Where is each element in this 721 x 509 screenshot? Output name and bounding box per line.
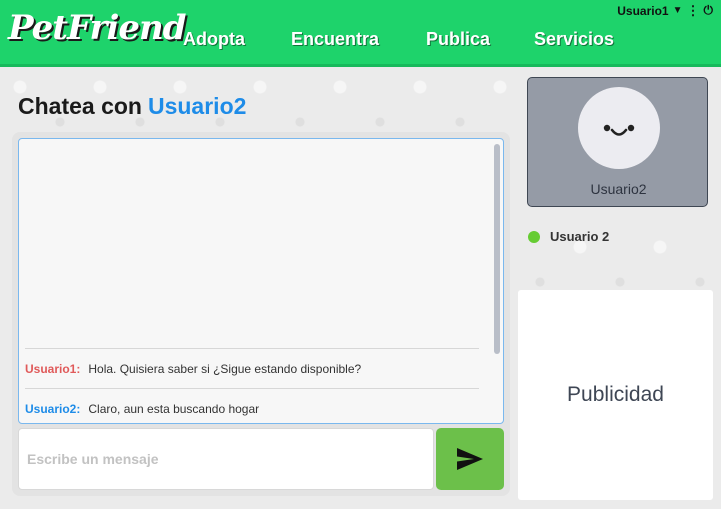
profile-card: Usuario2	[527, 77, 708, 207]
ad-label: Publicidad	[567, 383, 664, 406]
navbar: PetFriend Adopta Encuentra Publica Servi…	[0, 0, 721, 67]
page-title-prefix: Chatea con	[18, 93, 142, 119]
message-row: Usuario2: Claro, aun esta buscando hogar	[25, 388, 479, 423]
nav-servicios[interactable]: Servicios	[534, 29, 614, 50]
messages-scrollbar[interactable]	[494, 144, 500, 354]
avatar	[578, 87, 660, 169]
message-row: Usuario1: Hola. Quisiera saber si ¿Sigue…	[25, 348, 479, 388]
messages-list[interactable]: Usuario1: Hola. Quisiera saber si ¿Sigue…	[18, 138, 504, 424]
user-menu: Usuario1 ▼ ⋮ ⏻	[617, 3, 713, 18]
online-status-dot	[528, 230, 540, 243]
user-menu-label[interactable]: Usuario1	[617, 4, 668, 18]
more-options-icon[interactable]: ⋮	[687, 4, 700, 17]
smiley-face-icon	[603, 124, 635, 136]
message-author: Usuario2:	[25, 401, 81, 416]
profile-name: Usuario2	[590, 181, 647, 197]
page-title-user[interactable]: Usuario2	[148, 93, 246, 119]
nav-encuentra[interactable]: Encuentra	[291, 29, 379, 50]
message-text: Claro, aun esta buscando hogar	[88, 401, 260, 416]
message-input[interactable]	[18, 428, 434, 490]
message-composer	[18, 428, 504, 490]
page-title: Chatea con Usuario2	[18, 93, 246, 120]
online-status: Usuario 2	[528, 229, 609, 244]
message-author: Usuario1:	[25, 361, 81, 376]
nav-adopta[interactable]: Adopta	[183, 29, 245, 50]
message-text: Hola. Quisiera saber si ¿Sigue estando d…	[88, 361, 362, 376]
send-button[interactable]	[436, 428, 504, 490]
online-status-label: Usuario 2	[550, 229, 610, 244]
chevron-down-icon[interactable]: ▼	[673, 5, 683, 16]
ad-banner[interactable]: Publicidad	[518, 290, 713, 500]
logo[interactable]: PetFriend	[8, 8, 186, 48]
power-icon[interactable]: ⏻	[704, 3, 714, 18]
send-icon	[457, 448, 483, 470]
nav-publica[interactable]: Publica	[426, 29, 490, 50]
